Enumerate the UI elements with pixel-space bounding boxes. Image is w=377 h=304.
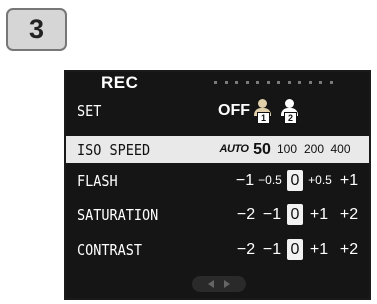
step-number-badge: 3	[6, 8, 67, 51]
iso-option-200[interactable]: 200	[302, 139, 326, 160]
saturation-option-minus-1[interactable]: −1	[261, 204, 283, 225]
contrast-option-minus-1[interactable]: −1	[261, 239, 283, 260]
user-setting-1-number: 1	[257, 112, 270, 124]
flash-option-plus-1[interactable]: +1	[337, 170, 361, 191]
menu-header: REC	[66, 72, 369, 96]
person-icon[interactable]: 1	[252, 98, 272, 124]
menu-title: REC	[101, 73, 139, 92]
saturation-option-minus-2[interactable]: −2	[235, 204, 257, 225]
page-indicator-dots	[214, 81, 333, 84]
menu-row-contrast[interactable]: CONTRAST −2 −1 0 +1 +2	[66, 236, 369, 263]
contrast-option-plus-1[interactable]: +1	[307, 239, 331, 260]
left-arrow-icon[interactable]	[208, 280, 214, 288]
contrast-option-minus-2[interactable]: −2	[235, 239, 257, 260]
menu-row-saturation[interactable]: SATURATION −2 −1 0 +1 +2	[66, 201, 369, 228]
iso-option-auto[interactable]: AUTO	[219, 139, 249, 160]
menu-row-flash[interactable]: FLASH −1 −0.5 0 +0.5 +1	[66, 167, 369, 194]
flash-option-minus-0-5[interactable]: −0.5	[256, 170, 284, 191]
saturation-option-0[interactable]: 0	[287, 204, 303, 225]
saturation-label: SATURATION	[77, 206, 159, 224]
contrast-label: CONTRAST	[77, 241, 143, 259]
iso-speed-label: ISO SPEED	[77, 141, 151, 159]
camera-menu-screen: REC SET OFF 1 2 ISO SPEED AUTO 50 100 20…	[64, 70, 371, 300]
contrast-option-0[interactable]: 0	[287, 239, 303, 260]
iso-option-400[interactable]: 400	[328, 139, 353, 160]
menu-row-iso-speed[interactable]: ISO SPEED AUTO 50 100 200 400	[66, 136, 369, 163]
right-arrow-icon[interactable]	[224, 280, 230, 288]
menu-row-set[interactable]: SET OFF 1 2	[66, 97, 369, 124]
page-nav-arrows[interactable]	[192, 276, 246, 292]
flash-label: FLASH	[77, 172, 118, 190]
flash-option-minus-1[interactable]: −1	[235, 170, 255, 191]
flash-option-plus-0-5[interactable]: +0.5	[306, 170, 334, 191]
set-label: SET	[77, 102, 102, 120]
saturation-option-plus-1[interactable]: +1	[307, 204, 331, 225]
iso-option-100[interactable]: 100	[275, 139, 299, 160]
contrast-option-plus-2[interactable]: +2	[336, 239, 362, 260]
saturation-option-plus-2[interactable]: +2	[336, 204, 362, 225]
user-setting-2-number: 2	[284, 112, 297, 124]
set-option-off[interactable]: OFF	[218, 100, 250, 121]
person-icon[interactable]: 2	[279, 98, 299, 124]
flash-option-0[interactable]: 0	[287, 170, 303, 191]
iso-option-50[interactable]: 50	[251, 139, 273, 160]
